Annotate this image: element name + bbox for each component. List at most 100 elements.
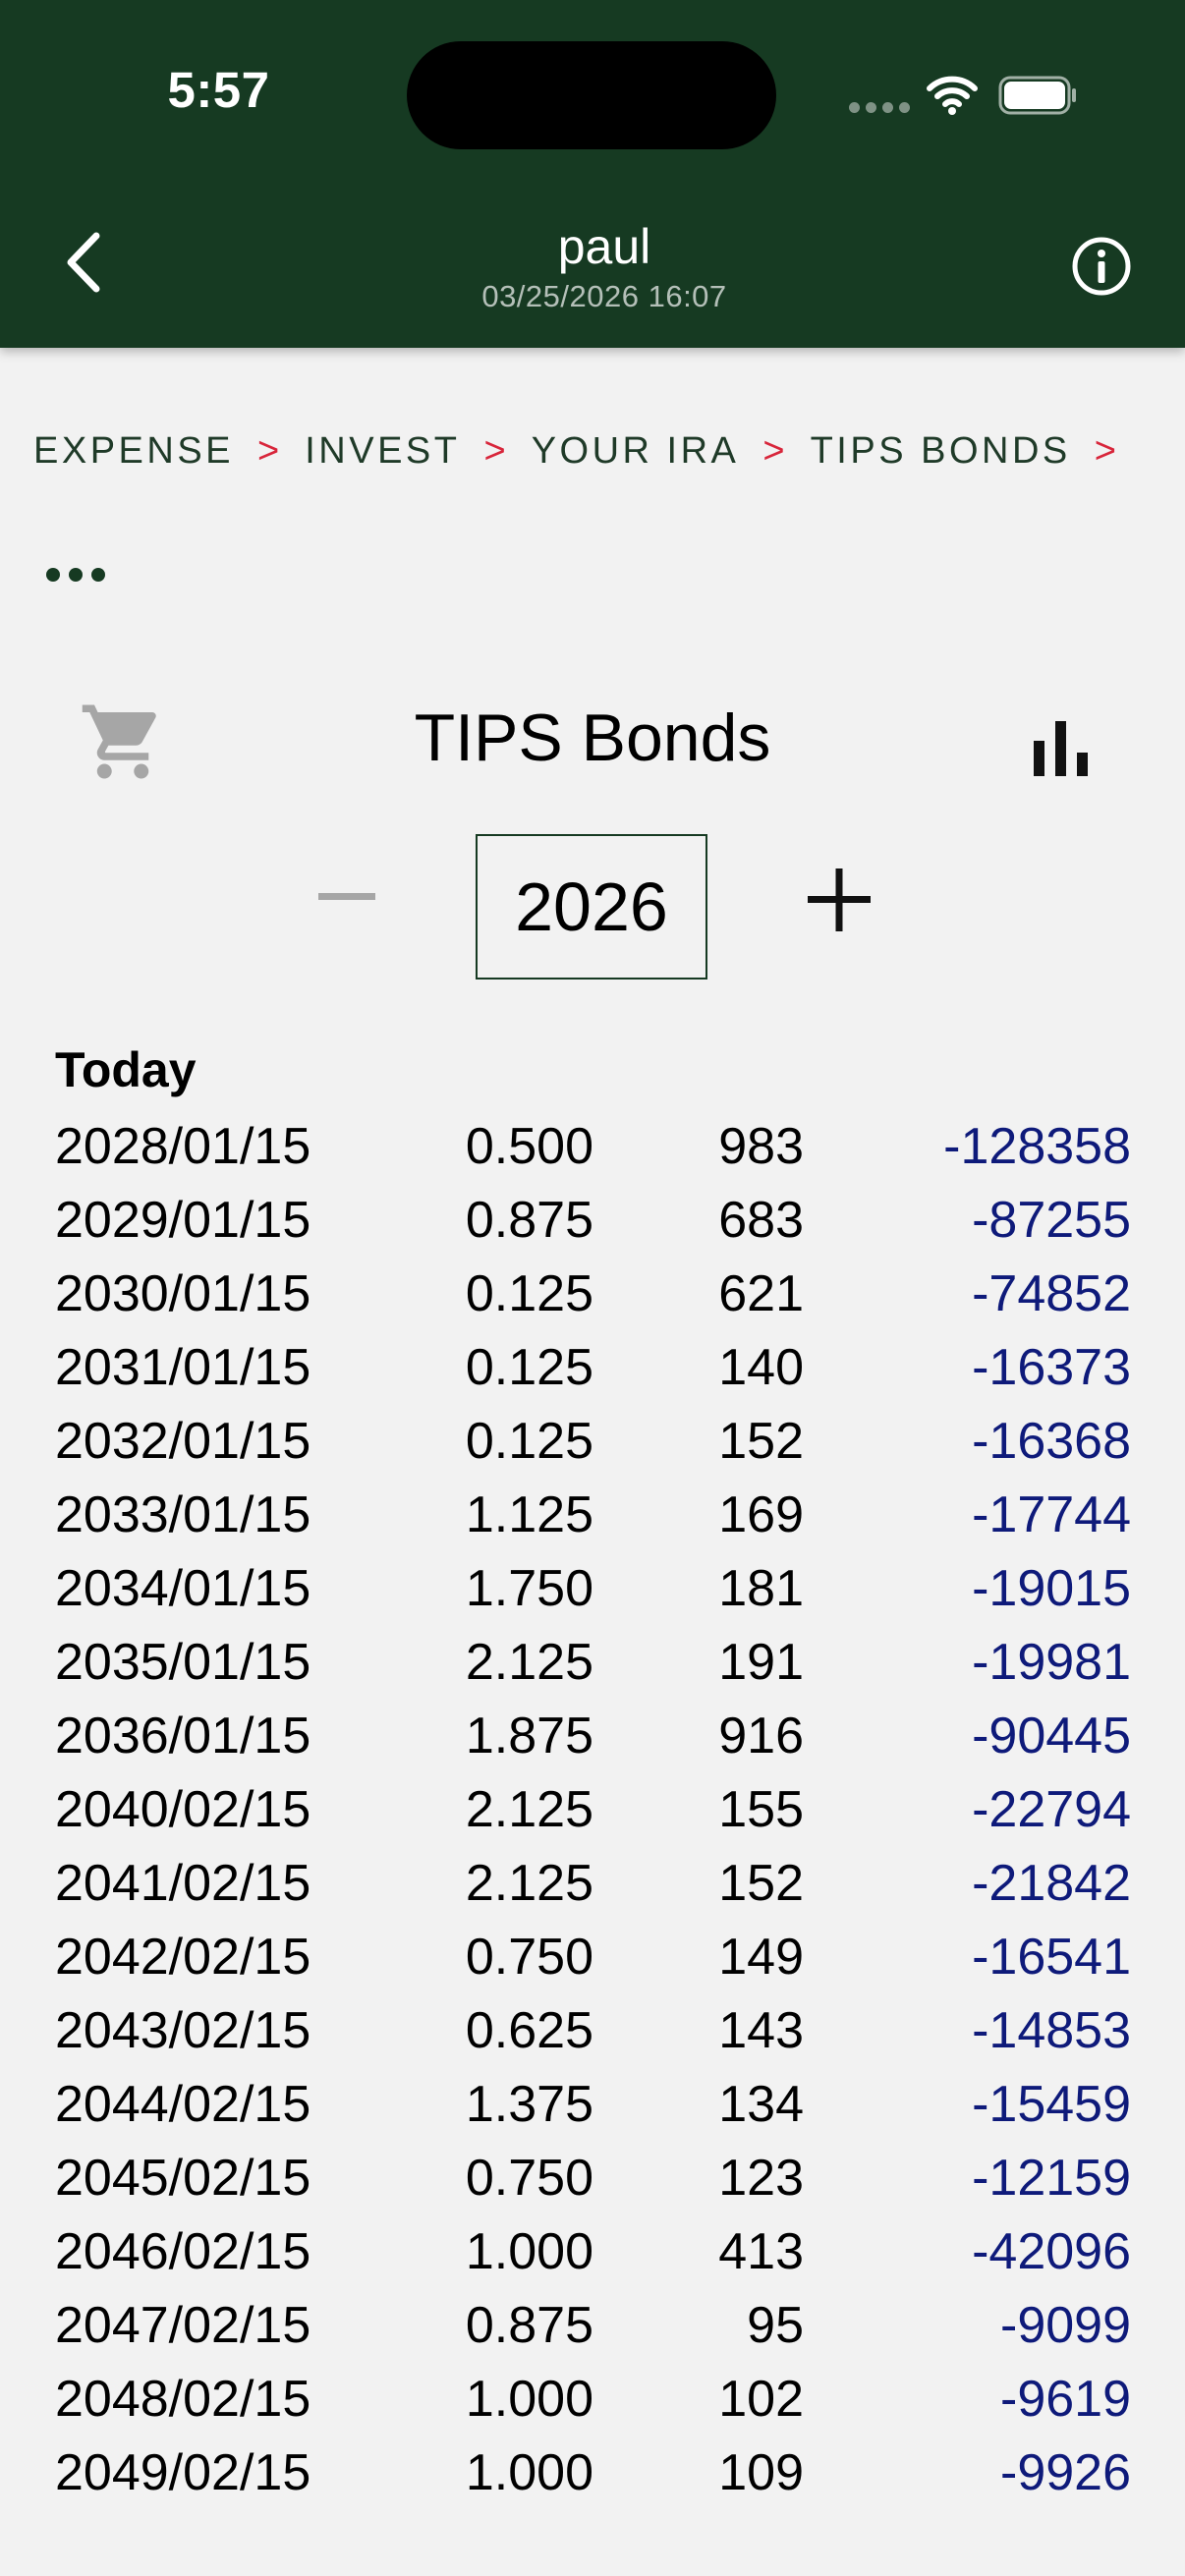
- bond-maturity-date: 2035/01/15: [55, 1634, 311, 1691]
- list-item[interactable]: 2034/01/15 1.750 181 -19015: [0, 1552, 1185, 1626]
- page-title: TIPS Bonds: [414, 700, 771, 775]
- list-item[interactable]: 2044/02/15 1.375 134 -15459: [0, 2068, 1185, 2142]
- bond-maturity-date: 2045/02/15: [55, 2150, 311, 2207]
- bond-maturity-date: 2047/02/15: [55, 2297, 311, 2354]
- bond-coupon-rate: 1.000: [465, 2223, 593, 2280]
- wifi-icon: [927, 76, 978, 115]
- chevron-left-icon: [67, 232, 100, 293]
- bond-amount: -16373: [972, 1339, 1131, 1396]
- bond-quantity: 143: [718, 2002, 804, 2059]
- bond-coupon-rate: 0.500: [465, 1118, 593, 1175]
- bond-maturity-date: 2040/02/15: [55, 1781, 311, 1838]
- bond-quantity: 155: [718, 1781, 804, 1838]
- bond-maturity-date: 2032/01/15: [55, 1413, 311, 1470]
- bond-maturity-date: 2048/02/15: [55, 2371, 311, 2428]
- bond-maturity-date: 2046/02/15: [55, 2223, 311, 2280]
- bond-maturity-date: 2031/01/15: [55, 1339, 311, 1396]
- breadcrumb-separator: >: [762, 430, 785, 472]
- breadcrumb: EXPENSE > INVEST > YOUR IRA > TIPS BONDS…: [33, 430, 1142, 473]
- bond-quantity: 149: [718, 1929, 804, 1986]
- breadcrumb-separator: >: [257, 430, 280, 472]
- bond-amount: -9926: [1000, 2444, 1131, 2501]
- list-item[interactable]: 2033/01/15 1.125 169 -17744: [0, 1479, 1185, 1552]
- list-item[interactable]: 2030/01/15 0.125 621 -74852: [0, 1258, 1185, 1331]
- bond-amount: -87255: [972, 1192, 1131, 1249]
- bond-maturity-date: 2041/02/15: [55, 1855, 311, 1912]
- breadcrumb-item-your-ira[interactable]: YOUR IRA: [532, 430, 740, 473]
- list-item[interactable]: 2036/01/15 1.875 916 -90445: [0, 1700, 1185, 1773]
- section-label-today: Today: [55, 1042, 197, 1097]
- bond-quantity: 95: [747, 2297, 804, 2354]
- bond-amount: -19015: [972, 1560, 1131, 1617]
- list-item[interactable]: 2045/02/15 0.750 123 -12159: [0, 2142, 1185, 2215]
- bar-chart-icon[interactable]: [1022, 707, 1100, 786]
- bond-coupon-rate: 0.750: [465, 2150, 593, 2207]
- bond-coupon-rate: 0.125: [465, 1265, 593, 1322]
- year-input[interactable]: 2026: [476, 834, 707, 980]
- bond-amount: -74852: [972, 1265, 1131, 1322]
- info-circle-icon[interactable]: [1067, 232, 1136, 301]
- nav-bar: 5:57 paul 03/25/2026 16:07: [0, 0, 1185, 348]
- cellular-signal-icon: [849, 102, 910, 113]
- breadcrumb-item-expense[interactable]: EXPENSE: [33, 430, 234, 473]
- bond-coupon-rate: 1.875: [465, 1708, 593, 1764]
- breadcrumb-separator: >: [1094, 430, 1116, 472]
- bond-quantity: 152: [718, 1413, 804, 1470]
- breadcrumb-item-invest[interactable]: INVEST: [305, 430, 460, 473]
- bond-quantity: 413: [718, 2223, 804, 2280]
- bond-quantity: 683: [718, 1192, 804, 1249]
- bond-coupon-rate: 1.000: [465, 2371, 593, 2428]
- bond-maturity-date: 2030/01/15: [55, 1265, 311, 1322]
- bond-coupon-rate: 0.625: [465, 2002, 593, 2059]
- user-name: paul: [557, 219, 651, 274]
- bond-amount: -15459: [972, 2076, 1131, 2133]
- ellipsis-icon[interactable]: [43, 550, 112, 599]
- list-item[interactable]: 2047/02/15 0.875 95 -9099: [0, 2289, 1185, 2363]
- list-item[interactable]: 2032/01/15 0.125 152 -16368: [0, 1405, 1185, 1479]
- bond-coupon-rate: 0.125: [465, 1339, 593, 1396]
- header-timestamp: 03/25/2026 16:07: [481, 279, 727, 313]
- bond-amount: -9619: [1000, 2371, 1131, 2428]
- list-item[interactable]: 2049/02/15 1.000 109 -9926: [0, 2436, 1185, 2510]
- bond-quantity: 123: [718, 2150, 804, 2207]
- bond-quantity: 621: [718, 1265, 804, 1322]
- bond-maturity-date: 2028/01/15: [55, 1118, 311, 1175]
- bond-amount: -19981: [972, 1634, 1131, 1691]
- bond-amount: -16368: [972, 1413, 1131, 1470]
- bond-coupon-rate: 0.750: [465, 1929, 593, 1986]
- bond-coupon-rate: 1.125: [465, 1486, 593, 1543]
- list-item[interactable]: 2035/01/15 2.125 191 -19981: [0, 1626, 1185, 1700]
- bond-amount: -42096: [972, 2223, 1131, 2280]
- shopping-cart-icon[interactable]: [79, 698, 167, 786]
- list-item[interactable]: 2046/02/15 1.000 413 -42096: [0, 2215, 1185, 2289]
- decrement-year-button[interactable]: [314, 865, 379, 929]
- back-button[interactable]: [47, 218, 118, 307]
- bond-maturity-date: 2042/02/15: [55, 1929, 311, 1986]
- list-item[interactable]: 2041/02/15 2.125 152 -21842: [0, 1847, 1185, 1921]
- list-item[interactable]: 2048/02/15 1.000 102 -9619: [0, 2363, 1185, 2436]
- breadcrumb-item-tips-bonds[interactable]: TIPS BONDS: [811, 430, 1071, 473]
- bond-coupon-rate: 0.125: [465, 1413, 593, 1470]
- bond-maturity-date: 2034/01/15: [55, 1560, 311, 1617]
- status-time: 5:57: [167, 62, 270, 118]
- bond-amount: -9099: [1000, 2297, 1131, 2354]
- bond-coupon-rate: 2.125: [465, 1634, 593, 1691]
- bond-amount: -22794: [972, 1781, 1131, 1838]
- increment-year-button[interactable]: [804, 865, 875, 935]
- list-item[interactable]: 2031/01/15 0.125 140 -16373: [0, 1331, 1185, 1405]
- list-item[interactable]: 2040/02/15 2.125 155 -22794: [0, 1773, 1185, 1847]
- bond-quantity: 134: [718, 2076, 804, 2133]
- list-item[interactable]: 2043/02/15 0.625 143 -14853: [0, 1994, 1185, 2068]
- bond-amount: -21842: [972, 1855, 1131, 1912]
- bond-quantity: 191: [718, 1634, 804, 1691]
- list-item[interactable]: 2029/01/15 0.875 683 -87255: [0, 1184, 1185, 1258]
- list-item[interactable]: 2042/02/15 0.750 149 -16541: [0, 1921, 1185, 1994]
- bond-coupon-rate: 1.750: [465, 1560, 593, 1617]
- bond-amount: -12159: [972, 2150, 1131, 2207]
- bond-maturity-date: 2043/02/15: [55, 2002, 311, 2059]
- breadcrumb-separator: >: [483, 430, 506, 472]
- list-item[interactable]: 2028/01/15 0.500 983 -128358: [0, 1110, 1185, 1184]
- bond-coupon-rate: 1.375: [465, 2076, 593, 2133]
- bond-quantity: 140: [718, 1339, 804, 1396]
- bond-quantity: 102: [718, 2371, 804, 2428]
